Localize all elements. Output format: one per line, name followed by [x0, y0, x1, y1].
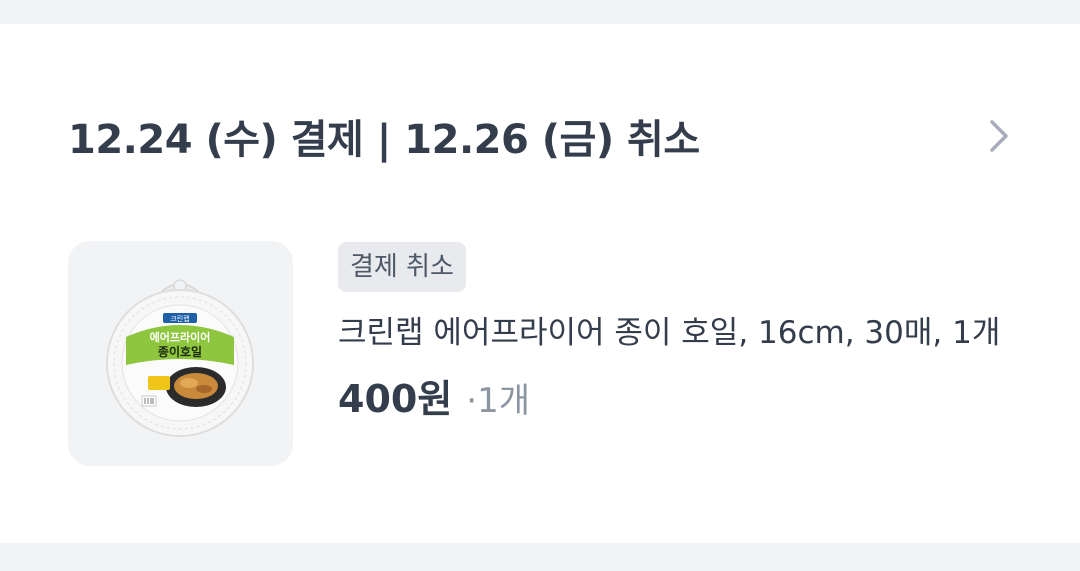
order-header[interactable]: 12.24 (수) 결제 | 12.26 (금) 취소 [68, 108, 1012, 164]
chevron-right-icon[interactable] [986, 116, 1012, 156]
order-card: 12.24 (수) 결제 | 12.26 (금) 취소 크린랩 에어프라이어 종… [0, 24, 1080, 543]
product-image: 크린랩 에어프라이어 종이호일 [106, 279, 254, 437]
separator-dot: · [466, 381, 478, 421]
status-badge: 결제 취소 [338, 242, 466, 292]
quantity: 1개 [477, 381, 531, 421]
thumbnail-brand-text: 크린랩 [170, 314, 189, 323]
order-date-title: 12.24 (수) 결제 | 12.26 (금) 취소 [68, 117, 700, 163]
product-name[interactable]: 크린랩 에어프라이어 종이 호일, 16cm, 30매, 1개 [338, 306, 1018, 360]
price-row: 400원 · 1개 [338, 368, 1028, 423]
product-thumbnail[interactable]: 크린랩 에어프라이어 종이호일 [68, 241, 293, 466]
price: 400원 [338, 377, 453, 421]
thumbnail-product-text-2: 종이호일 [158, 344, 202, 359]
thumbnail-product-text-1: 에어프라이어 [150, 330, 211, 344]
item-info: 결제 취소 크린랩 에어프라이어 종이 호일, 16cm, 30매, 1개 40… [338, 242, 1028, 423]
